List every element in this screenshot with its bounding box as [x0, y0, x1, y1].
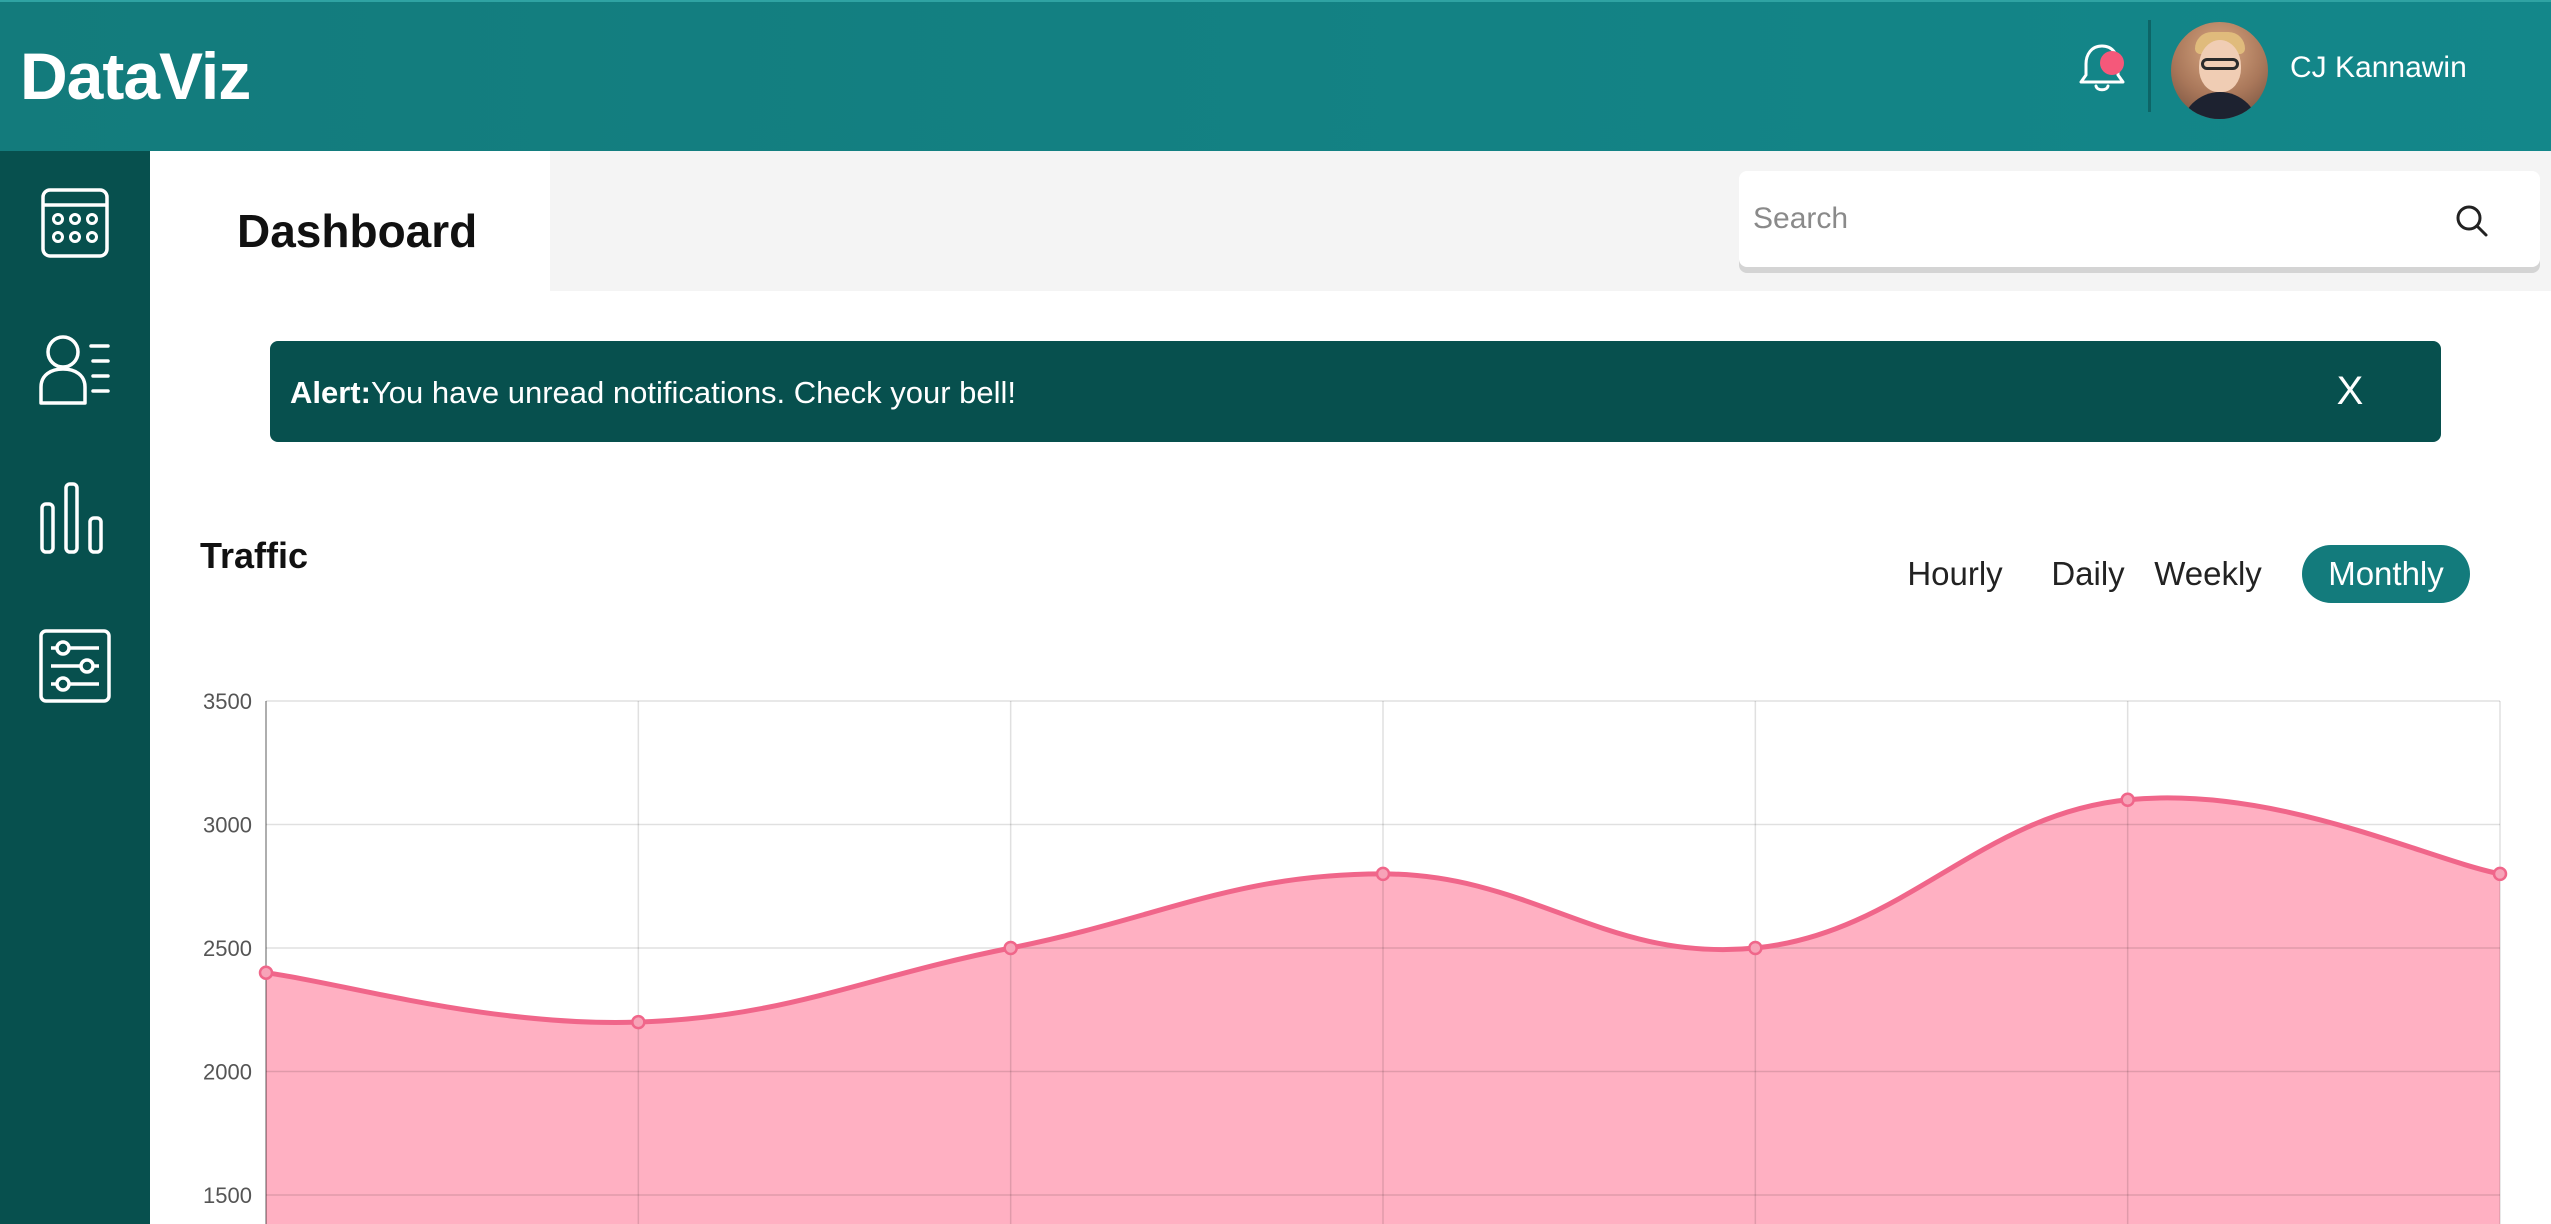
user-list-icon[interactable]	[36, 331, 114, 409]
data-point	[1748, 940, 1763, 956]
notification-badge	[2100, 51, 2124, 75]
data-point	[2492, 866, 2508, 882]
alert-message: You have unread notifications. Check you…	[370, 375, 1017, 410]
alert-label: Alert:	[290, 375, 371, 410]
period-hourly-button[interactable]: Hourly	[1893, 545, 2017, 603]
traffic-chart-svg: 3500 3000 2500 2000 1500	[203, 689, 2508, 1224]
alert-banner: Alert:You have unread notifications. Che…	[270, 341, 2441, 442]
data-point	[631, 1014, 646, 1030]
tab-dashboard[interactable]: Dashboard	[150, 151, 550, 291]
period-monthly-button[interactable]: Monthly	[2302, 545, 2470, 603]
data-point	[2120, 792, 2135, 808]
avatar[interactable]	[2171, 22, 2268, 119]
period-daily-button[interactable]: Daily	[2038, 545, 2138, 603]
y-tick-label: 3500	[203, 689, 252, 714]
alert-close-button[interactable]: X	[2323, 364, 2377, 418]
data-point	[1375, 866, 1391, 882]
traffic-title: Traffic	[200, 535, 309, 576]
alert-text: Alert:You have unread notifications. Che…	[290, 373, 1016, 413]
calendar-icon[interactable]	[36, 184, 114, 262]
data-point	[258, 965, 274, 980]
page-title: Dashboard	[237, 205, 478, 257]
header-divider	[2148, 20, 2151, 112]
data-point	[1003, 940, 1018, 956]
traffic-chart: 3500 3000 2500 2000 1500	[150, 680, 2551, 1224]
search-box	[1739, 171, 2540, 267]
sliders-icon[interactable]	[36, 628, 114, 706]
bar-chart-icon[interactable]	[36, 480, 114, 558]
y-tick-label: 1500	[203, 1183, 252, 1208]
y-tick-label: 2000	[203, 1060, 252, 1085]
search-icon[interactable]	[2452, 201, 2492, 241]
y-tick-label: 2500	[203, 936, 252, 961]
app-logo[interactable]: DataViz	[20, 36, 251, 116]
app-header: DataViz	[0, 0, 2551, 151]
search-input[interactable]	[1753, 195, 2433, 243]
period-weekly-button[interactable]: Weekly	[2148, 545, 2268, 603]
y-tick-label: 3000	[203, 813, 252, 838]
user-name[interactable]: CJ Kannawin	[2290, 48, 2467, 88]
